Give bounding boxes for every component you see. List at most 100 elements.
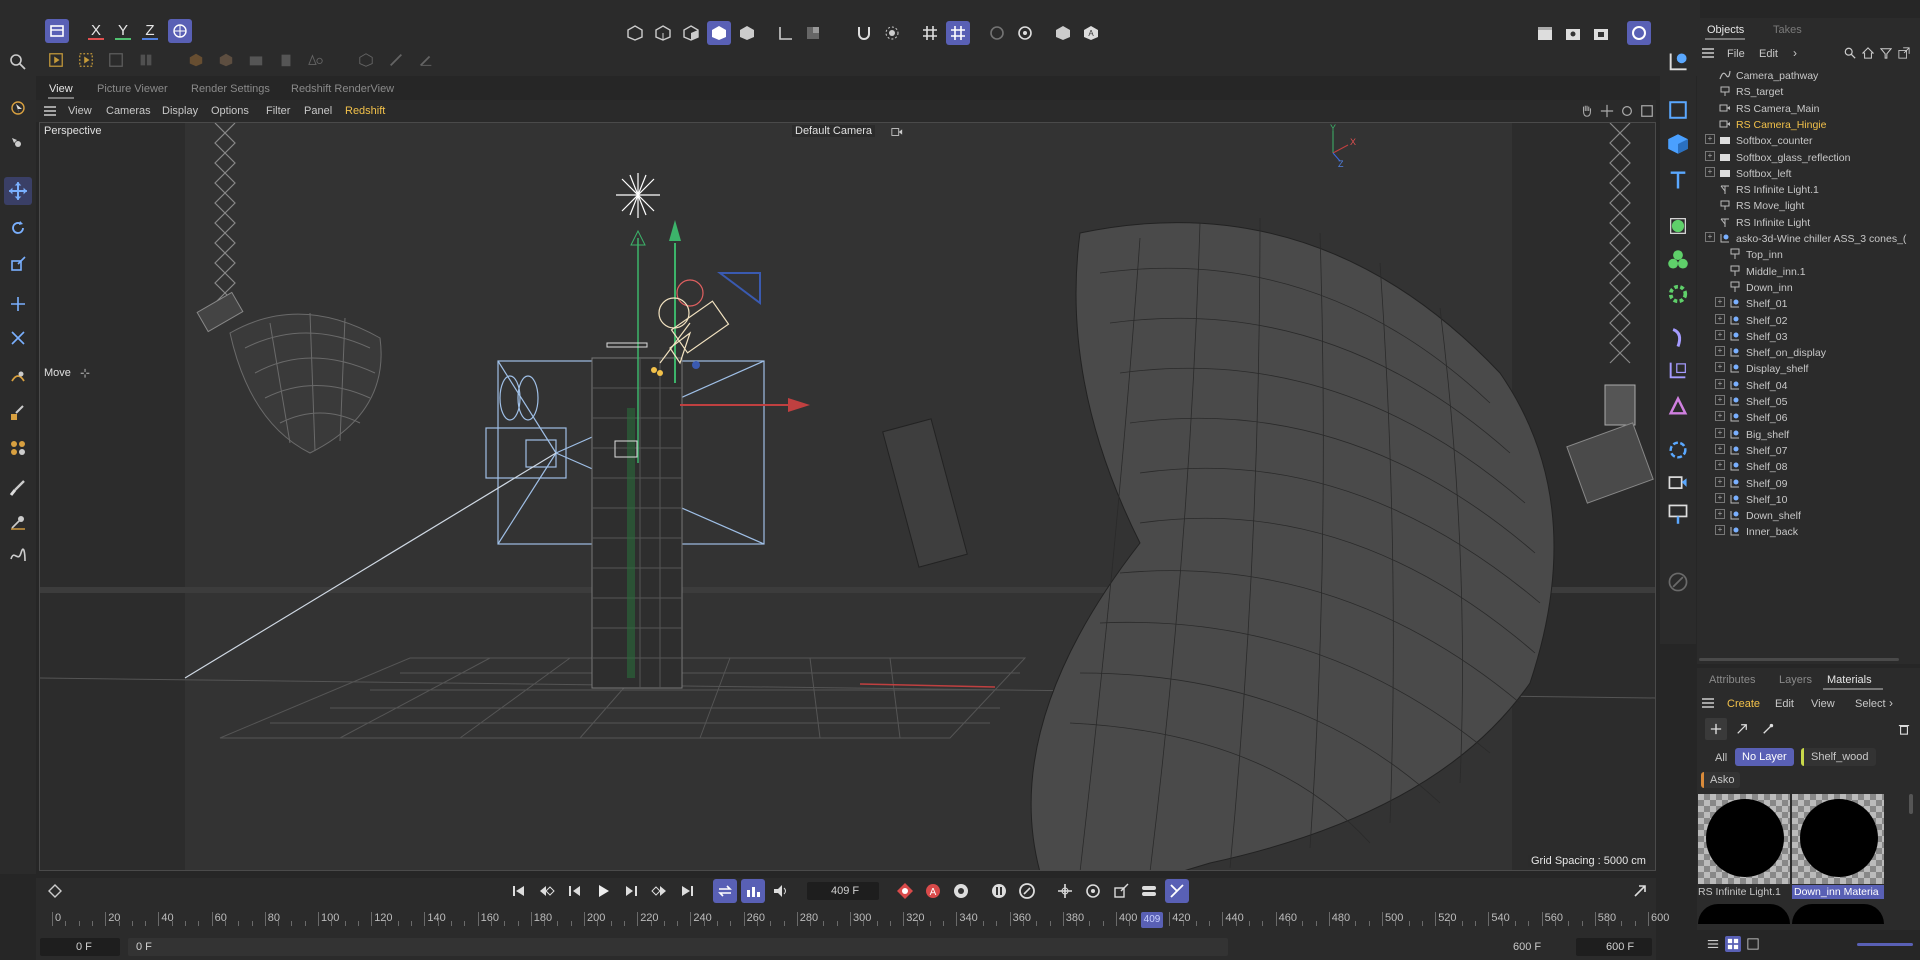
spline-rectangle-icon[interactable] bbox=[1664, 96, 1692, 124]
render-region-icon[interactable] bbox=[46, 50, 66, 70]
texture-mode-icon[interactable] bbox=[801, 21, 825, 45]
expand-toggle-icon[interactable]: + bbox=[1715, 362, 1725, 373]
key-position-icon[interactable] bbox=[987, 879, 1011, 903]
material-swatch-partial[interactable] bbox=[1792, 904, 1884, 924]
apply-material-icon[interactable] bbox=[1731, 718, 1753, 740]
axis-mode-icon[interactable] bbox=[773, 21, 797, 45]
filter-shelf-wood[interactable]: Shelf_wood bbox=[1801, 748, 1876, 766]
pen-icon[interactable] bbox=[386, 50, 406, 70]
trash-icon[interactable] bbox=[1893, 718, 1915, 740]
tab-redshift-renderview[interactable]: Redshift RenderView bbox=[291, 83, 394, 95]
keyframe-selection-icon[interactable] bbox=[949, 879, 973, 903]
cube-icon[interactable] bbox=[1664, 130, 1692, 158]
horizontal-scrollbar[interactable] bbox=[1699, 658, 1899, 661]
live-selection-icon[interactable] bbox=[6, 96, 30, 120]
next-frame-icon[interactable] bbox=[619, 879, 643, 903]
light-object-icon[interactable] bbox=[1664, 500, 1692, 528]
text-object-icon[interactable] bbox=[1664, 166, 1692, 194]
go-to-end-icon[interactable] bbox=[675, 879, 699, 903]
material-swatch-partial[interactable] bbox=[1698, 904, 1790, 924]
filter-icon[interactable] bbox=[1879, 46, 1893, 60]
edges-mode-icon[interactable] bbox=[651, 21, 675, 45]
subdivision-icon[interactable] bbox=[1664, 212, 1692, 240]
go-to-start-icon[interactable] bbox=[507, 879, 531, 903]
menu-create[interactable]: Create bbox=[1727, 698, 1760, 710]
expand-toggle-icon[interactable]: + bbox=[1715, 395, 1725, 405]
grid-icon[interactable] bbox=[918, 21, 942, 45]
active-camera-label[interactable]: Default Camera bbox=[792, 125, 876, 137]
settings-tool-icon[interactable] bbox=[6, 132, 30, 156]
brush-tool-icon[interactable] bbox=[6, 400, 30, 424]
cloner-icon[interactable] bbox=[1664, 246, 1692, 274]
paint-brush-icon[interactable] bbox=[6, 476, 30, 500]
workplane-icon[interactable] bbox=[946, 21, 970, 45]
eyedropper-icon[interactable] bbox=[1757, 718, 1779, 740]
bucket-icon[interactable] bbox=[276, 50, 296, 70]
filter-no-layer[interactable]: No Layer bbox=[1735, 748, 1794, 766]
menu-panel[interactable]: Panel bbox=[304, 105, 332, 117]
search-icon[interactable] bbox=[6, 50, 30, 74]
expand-toggle-icon[interactable]: + bbox=[1715, 378, 1725, 389]
solo-icon[interactable] bbox=[985, 21, 1009, 45]
render-settings-icon[interactable] bbox=[136, 50, 156, 70]
expand-toggle-icon[interactable]: + bbox=[1715, 297, 1725, 308]
expand-toggle-icon[interactable]: + bbox=[1715, 476, 1725, 487]
sound-icon[interactable] bbox=[769, 879, 793, 903]
tab-attributes[interactable]: Attributes bbox=[1709, 674, 1755, 686]
material-label-selected[interactable]: Down_inn Materia bbox=[1792, 885, 1884, 899]
cube-orange-icon[interactable] bbox=[186, 50, 206, 70]
render-queue-icon[interactable] bbox=[1561, 21, 1585, 45]
axis-z-button[interactable]: Z bbox=[142, 22, 158, 40]
rotate-view-icon[interactable] bbox=[1619, 103, 1635, 119]
camera-object-icon[interactable] bbox=[1664, 48, 1692, 76]
autokey-icon[interactable]: A bbox=[921, 879, 945, 903]
world-coordinates-icon[interactable] bbox=[168, 19, 192, 43]
hamburger-icon[interactable] bbox=[1701, 46, 1715, 60]
move-view-icon[interactable] bbox=[1599, 103, 1615, 119]
tab-view[interactable]: View bbox=[49, 83, 73, 95]
menu-display[interactable]: Display bbox=[162, 105, 198, 117]
hamburger-icon[interactable] bbox=[1701, 696, 1715, 710]
expand-toggle-icon[interactable]: + bbox=[1715, 492, 1725, 503]
expand-toggle-icon[interactable]: + bbox=[1705, 150, 1715, 161]
sphere-orange-icon[interactable] bbox=[216, 50, 236, 70]
expand-toggle-icon[interactable]: + bbox=[1715, 443, 1725, 454]
vertical-scrollbar[interactable] bbox=[1909, 794, 1913, 814]
redshift-ipr-icon[interactable] bbox=[1627, 21, 1651, 45]
expand-toggle-icon[interactable]: + bbox=[1705, 134, 1715, 145]
expand-timeline-icon[interactable] bbox=[1628, 879, 1652, 903]
frame-ruler[interactable]: 0 20 40 60 80 100 120 140 160 180 200 220 240 260 280 3… bbox=[50, 912, 1669, 934]
home-icon[interactable] bbox=[1861, 46, 1875, 60]
environment-icon[interactable] bbox=[1664, 436, 1692, 464]
new-window-icon[interactable] bbox=[1897, 46, 1911, 60]
menu-cameras[interactable]: Cameras bbox=[106, 105, 151, 117]
spline-pen-icon[interactable] bbox=[6, 544, 30, 568]
key-param-icon[interactable] bbox=[1137, 879, 1161, 903]
key-move-icon[interactable] bbox=[1053, 879, 1077, 903]
preview-size-slider[interactable] bbox=[1857, 943, 1913, 946]
tab-render-settings[interactable]: Render Settings bbox=[191, 83, 270, 95]
shapes-icon[interactable] bbox=[306, 50, 326, 70]
end-frame-field[interactable]: 600 F bbox=[1576, 938, 1652, 956]
tab-objects[interactable]: Objects bbox=[1707, 24, 1744, 36]
expand-toggle-icon[interactable]: + bbox=[1715, 411, 1725, 422]
grid-view-icon[interactable] bbox=[1725, 936, 1741, 952]
volume-icon[interactable] bbox=[1664, 392, 1692, 420]
rotate-tool-icon[interactable] bbox=[6, 216, 30, 240]
list-view-icon[interactable] bbox=[1705, 936, 1721, 952]
key-rotation-icon[interactable] bbox=[1015, 879, 1039, 903]
model-mode-icon[interactable] bbox=[707, 21, 731, 45]
layout-menu-icon[interactable] bbox=[45, 19, 69, 43]
prev-key-icon[interactable] bbox=[535, 879, 559, 903]
effector-icon[interactable] bbox=[1664, 280, 1692, 308]
material-label[interactable]: RS Infinite Light.1 bbox=[1698, 886, 1790, 898]
sketch-icon[interactable] bbox=[1664, 568, 1692, 596]
sculpt-tool-icon[interactable] bbox=[6, 510, 30, 534]
expand-toggle-icon[interactable]: + bbox=[1715, 329, 1725, 340]
expand-toggle-icon[interactable]: + bbox=[1715, 427, 1725, 438]
search-icon[interactable] bbox=[1843, 46, 1857, 60]
tab-layers[interactable]: Layers bbox=[1779, 674, 1812, 686]
expand-toggle-icon[interactable]: + bbox=[1715, 346, 1725, 357]
snap-settings-icon[interactable] bbox=[880, 21, 904, 45]
chevron-right-icon[interactable]: › bbox=[1889, 696, 1893, 710]
